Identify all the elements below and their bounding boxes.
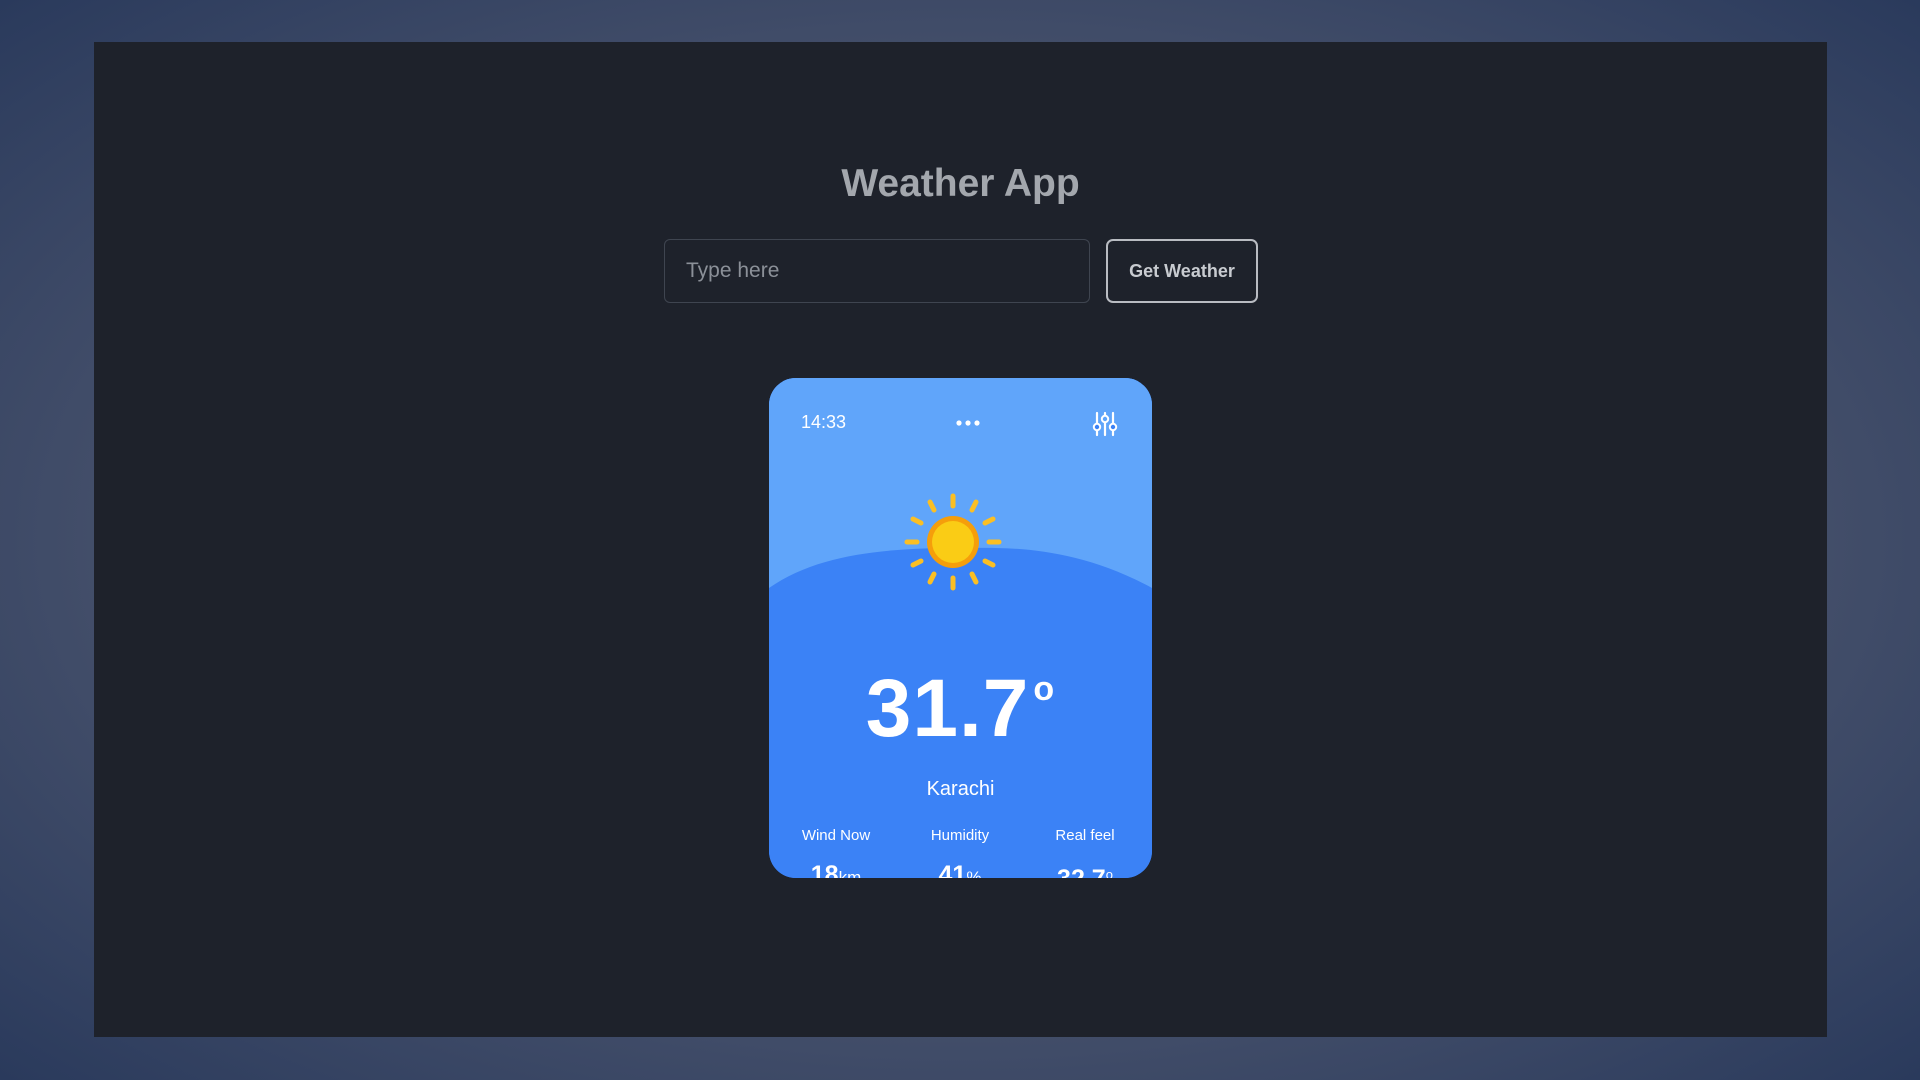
card-sky-background [769,378,1152,878]
city-name: Karachi [926,778,995,800]
stat-label: Humidity [930,827,990,844]
real-feel-unit: o [1105,867,1113,878]
weather-card: 14:33 31.7 o Karachi Wind Now 18km Humid… [769,378,1152,878]
stat-value: 18km [781,860,891,878]
app-window: Weather App Get Weather 14:33 [94,42,1827,1037]
wind-value: 18 [810,861,839,878]
sun-icon [904,493,1002,591]
wind-unit: km [838,868,862,878]
stat-real-feel: Real feel 32.7o [1030,826,1140,878]
degree-symbol: o [1033,670,1056,708]
sliders-icon[interactable] [1091,410,1119,438]
stat-label: Wind Now [801,827,871,844]
stat-value: 32.7o [1030,860,1140,878]
humidity-value: 41 [938,861,967,878]
more-dots-icon[interactable] [954,416,982,430]
stat-value: 41% [905,860,1015,878]
search-row: Get Weather [664,239,1258,303]
city-search-input[interactable] [664,239,1090,303]
temperature-number: 31.7 [865,663,1030,754]
stat-humidity: Humidity 41% [905,826,1015,878]
stat-label: Real feel [1055,827,1115,844]
get-weather-button[interactable]: Get Weather [1106,239,1258,303]
page-title: Weather App [841,162,1080,205]
card-time: 14:33 [801,412,847,432]
temperature-value: 31.7 o [769,644,1152,754]
real-feel-value: 32.7 [1057,865,1106,878]
stat-wind: Wind Now 18km [781,826,891,878]
humidity-unit: % [966,868,982,878]
